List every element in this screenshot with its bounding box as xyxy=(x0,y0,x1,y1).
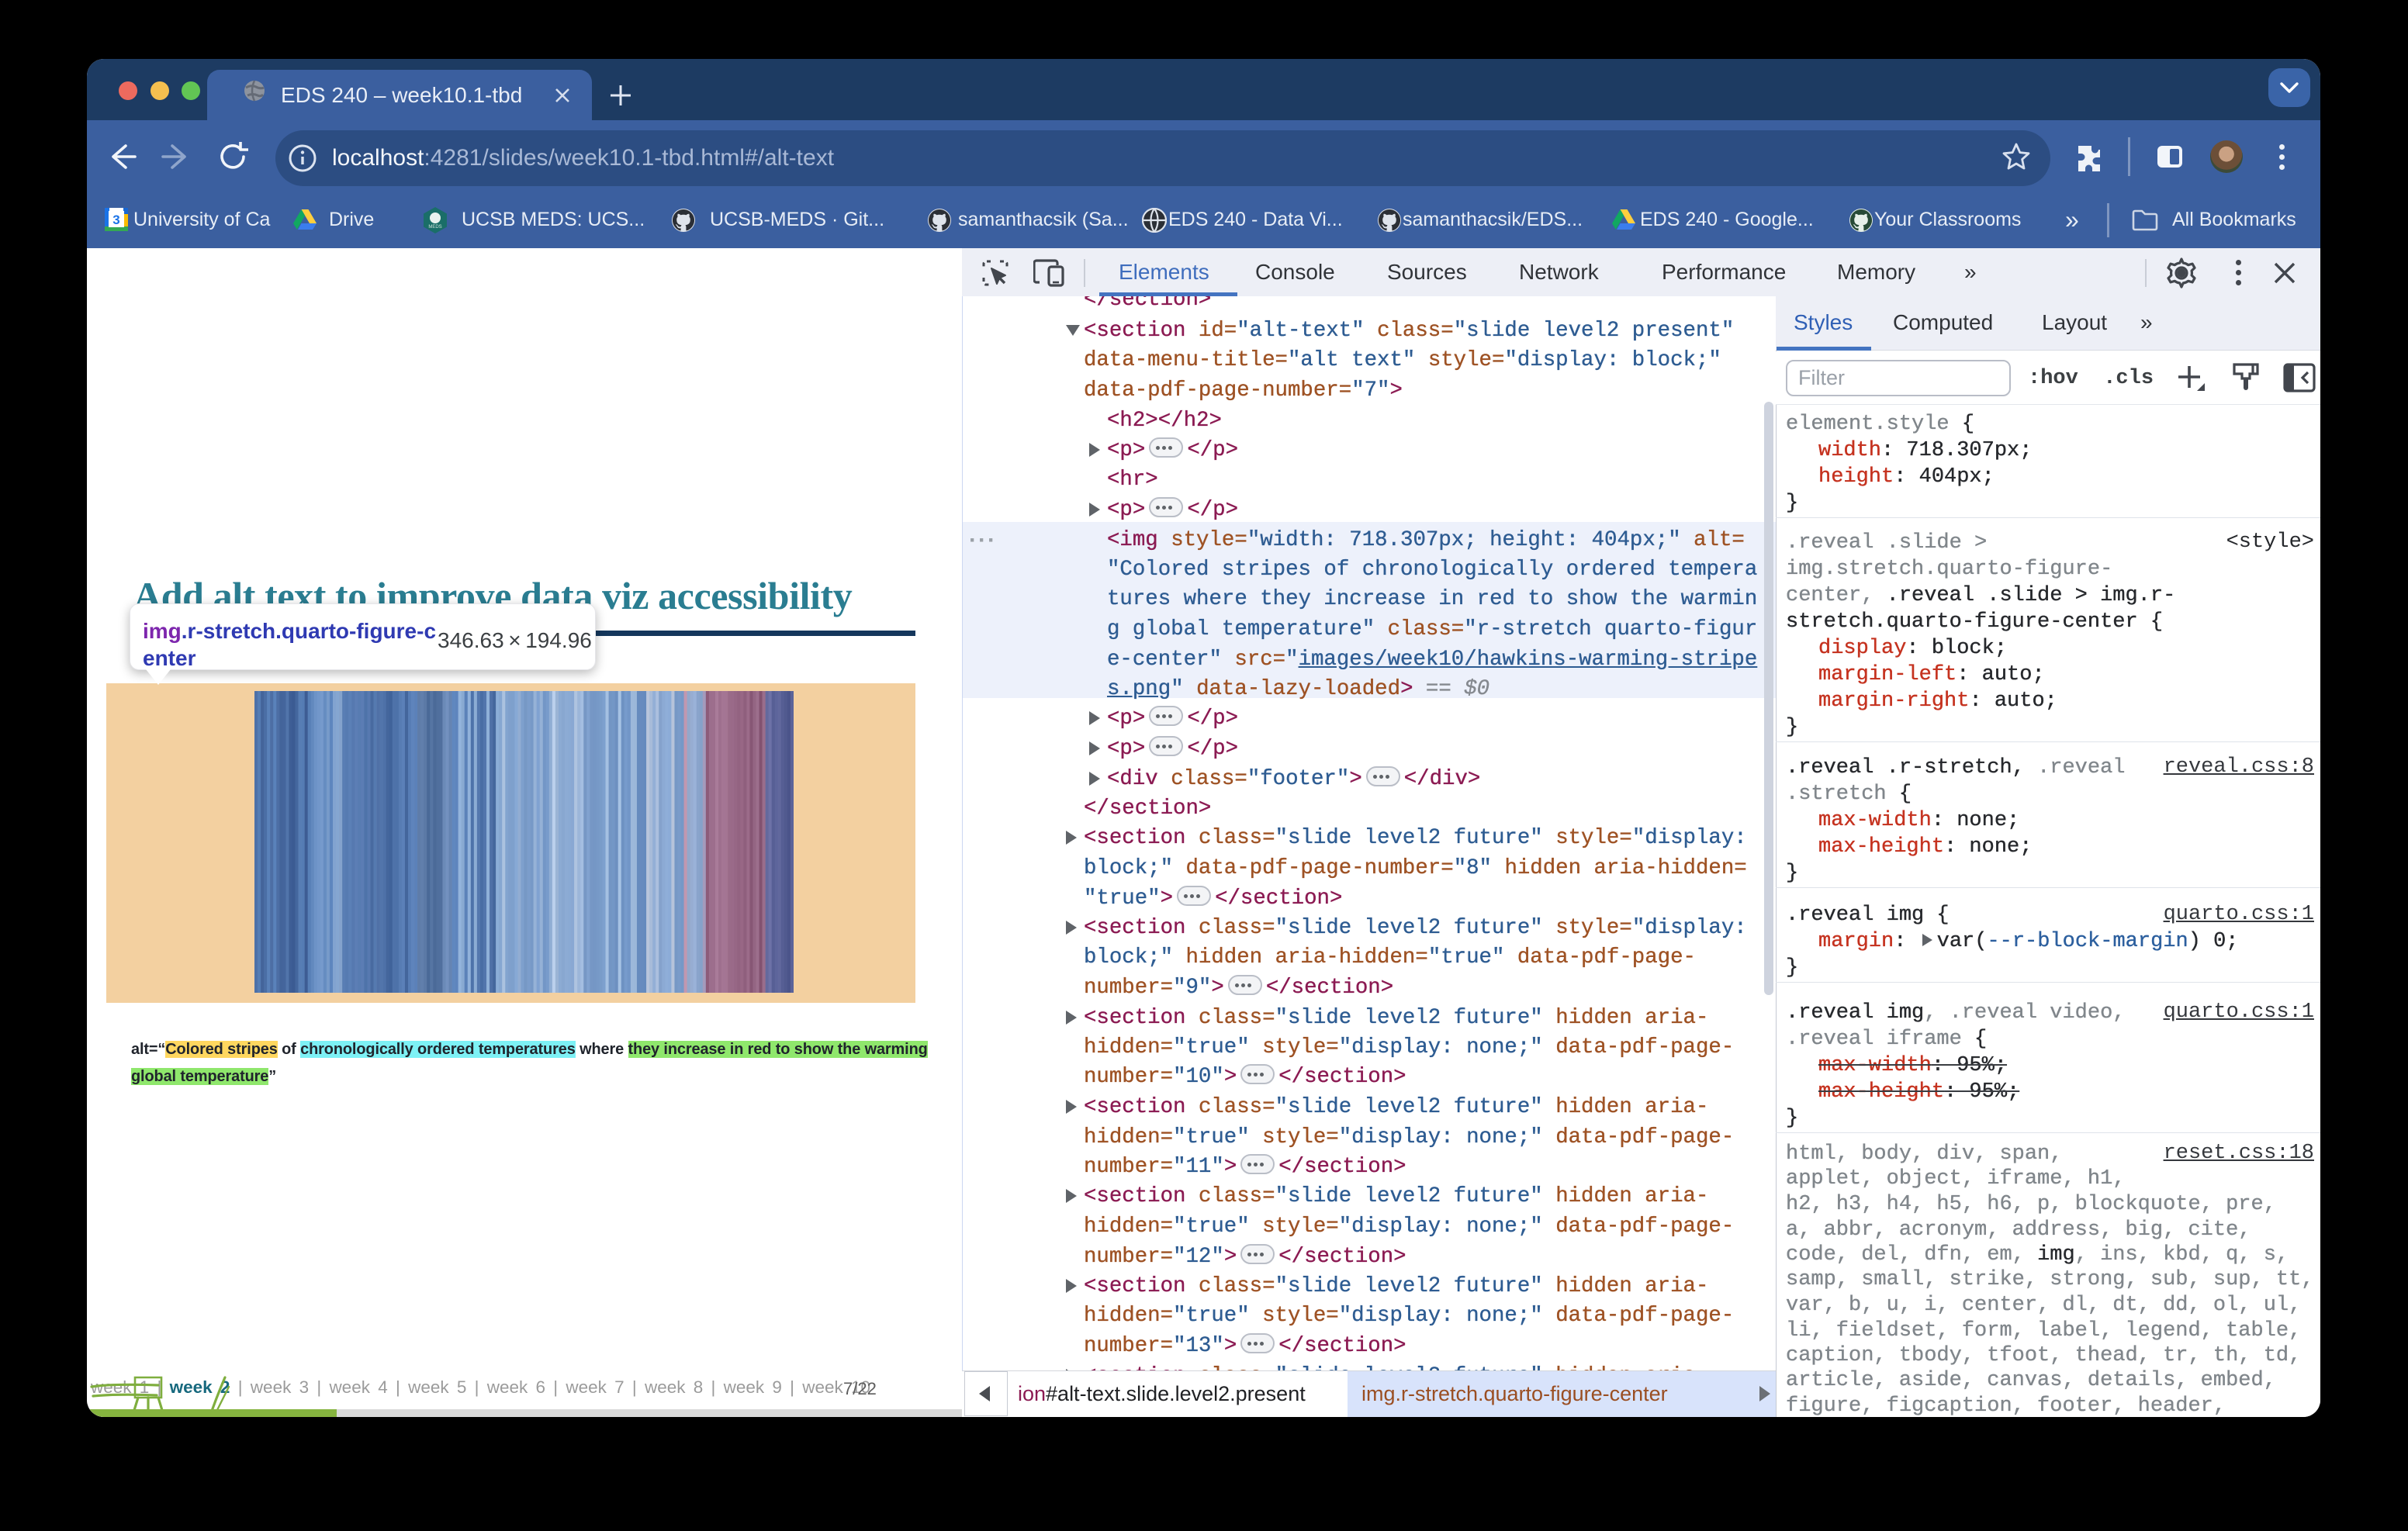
svg-text:3: 3 xyxy=(112,213,119,227)
svg-text:MEDS: MEDS xyxy=(428,225,441,230)
